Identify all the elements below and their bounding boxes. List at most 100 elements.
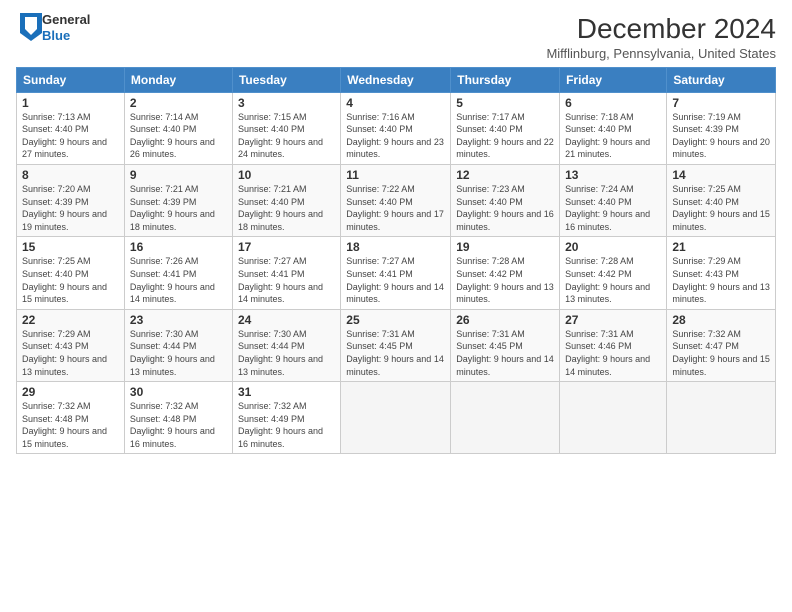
calendar-cell: 5Sunrise: 7:17 AMSunset: 4:40 PMDaylight… — [451, 92, 560, 164]
calendar-week-row: 1Sunrise: 7:13 AMSunset: 4:40 PMDaylight… — [17, 92, 776, 164]
day-info: Sunrise: 7:20 AMSunset: 4:39 PMDaylight:… — [22, 183, 119, 233]
day-info: Sunrise: 7:16 AMSunset: 4:40 PMDaylight:… — [346, 111, 445, 161]
calendar-week-row: 15Sunrise: 7:25 AMSunset: 4:40 PMDayligh… — [17, 237, 776, 309]
day-number: 29 — [22, 385, 119, 399]
calendar-cell: 18Sunrise: 7:27 AMSunset: 4:41 PMDayligh… — [341, 237, 451, 309]
calendar-cell: 31Sunrise: 7:32 AMSunset: 4:49 PMDayligh… — [232, 382, 340, 454]
day-info: Sunrise: 7:21 AMSunset: 4:40 PMDaylight:… — [238, 183, 335, 233]
day-number: 17 — [238, 240, 335, 254]
day-number: 14 — [672, 168, 770, 182]
day-info: Sunrise: 7:32 AMSunset: 4:48 PMDaylight:… — [22, 400, 119, 450]
calendar-cell: 10Sunrise: 7:21 AMSunset: 4:40 PMDayligh… — [232, 164, 340, 236]
day-number: 31 — [238, 385, 335, 399]
day-number: 28 — [672, 313, 770, 327]
day-info: Sunrise: 7:32 AMSunset: 4:47 PMDaylight:… — [672, 328, 770, 378]
calendar-cell — [667, 382, 776, 454]
calendar-cell: 30Sunrise: 7:32 AMSunset: 4:48 PMDayligh… — [124, 382, 232, 454]
calendar-cell: 4Sunrise: 7:16 AMSunset: 4:40 PMDaylight… — [341, 92, 451, 164]
column-header-sunday: Sunday — [17, 67, 125, 92]
calendar-cell: 22Sunrise: 7:29 AMSunset: 4:43 PMDayligh… — [17, 309, 125, 381]
day-info: Sunrise: 7:19 AMSunset: 4:39 PMDaylight:… — [672, 111, 770, 161]
day-number: 1 — [22, 96, 119, 110]
day-number: 20 — [565, 240, 661, 254]
day-info: Sunrise: 7:32 AMSunset: 4:48 PMDaylight:… — [130, 400, 227, 450]
day-number: 4 — [346, 96, 445, 110]
calendar-cell: 13Sunrise: 7:24 AMSunset: 4:40 PMDayligh… — [560, 164, 667, 236]
day-info: Sunrise: 7:28 AMSunset: 4:42 PMDaylight:… — [456, 255, 554, 305]
day-number: 24 — [238, 313, 335, 327]
day-info: Sunrise: 7:30 AMSunset: 4:44 PMDaylight:… — [238, 328, 335, 378]
day-info: Sunrise: 7:24 AMSunset: 4:40 PMDaylight:… — [565, 183, 661, 233]
day-number: 5 — [456, 96, 554, 110]
day-number: 10 — [238, 168, 335, 182]
calendar-cell — [451, 382, 560, 454]
header: General Blue December 2024 Mifflinburg, … — [16, 12, 776, 61]
day-info: Sunrise: 7:21 AMSunset: 4:39 PMDaylight:… — [130, 183, 227, 233]
calendar-cell: 7Sunrise: 7:19 AMSunset: 4:39 PMDaylight… — [667, 92, 776, 164]
calendar-cell: 29Sunrise: 7:32 AMSunset: 4:48 PMDayligh… — [17, 382, 125, 454]
day-number: 6 — [565, 96, 661, 110]
day-number: 8 — [22, 168, 119, 182]
day-number: 18 — [346, 240, 445, 254]
day-info: Sunrise: 7:27 AMSunset: 4:41 PMDaylight:… — [238, 255, 335, 305]
day-info: Sunrise: 7:18 AMSunset: 4:40 PMDaylight:… — [565, 111, 661, 161]
column-header-thursday: Thursday — [451, 67, 560, 92]
calendar-cell: 8Sunrise: 7:20 AMSunset: 4:39 PMDaylight… — [17, 164, 125, 236]
column-header-saturday: Saturday — [667, 67, 776, 92]
day-number: 16 — [130, 240, 227, 254]
calendar-cell: 21Sunrise: 7:29 AMSunset: 4:43 PMDayligh… — [667, 237, 776, 309]
day-number: 3 — [238, 96, 335, 110]
calendar-cell — [341, 382, 451, 454]
day-info: Sunrise: 7:13 AMSunset: 4:40 PMDaylight:… — [22, 111, 119, 161]
calendar-cell: 19Sunrise: 7:28 AMSunset: 4:42 PMDayligh… — [451, 237, 560, 309]
page: General Blue December 2024 Mifflinburg, … — [0, 0, 792, 612]
calendar-cell: 14Sunrise: 7:25 AMSunset: 4:40 PMDayligh… — [667, 164, 776, 236]
calendar-cell: 16Sunrise: 7:26 AMSunset: 4:41 PMDayligh… — [124, 237, 232, 309]
logo-text: General Blue — [42, 12, 90, 43]
day-number: 30 — [130, 385, 227, 399]
day-info: Sunrise: 7:25 AMSunset: 4:40 PMDaylight:… — [672, 183, 770, 233]
calendar-cell: 9Sunrise: 7:21 AMSunset: 4:39 PMDaylight… — [124, 164, 232, 236]
column-header-wednesday: Wednesday — [341, 67, 451, 92]
day-number: 25 — [346, 313, 445, 327]
column-header-tuesday: Tuesday — [232, 67, 340, 92]
column-header-monday: Monday — [124, 67, 232, 92]
main-title: December 2024 — [546, 12, 776, 46]
column-header-friday: Friday — [560, 67, 667, 92]
day-number: 9 — [130, 168, 227, 182]
day-info: Sunrise: 7:22 AMSunset: 4:40 PMDaylight:… — [346, 183, 445, 233]
day-info: Sunrise: 7:31 AMSunset: 4:45 PMDaylight:… — [346, 328, 445, 378]
day-info: Sunrise: 7:28 AMSunset: 4:42 PMDaylight:… — [565, 255, 661, 305]
day-info: Sunrise: 7:14 AMSunset: 4:40 PMDaylight:… — [130, 111, 227, 161]
calendar-cell: 26Sunrise: 7:31 AMSunset: 4:45 PMDayligh… — [451, 309, 560, 381]
day-info: Sunrise: 7:27 AMSunset: 4:41 PMDaylight:… — [346, 255, 445, 305]
calendar-cell: 6Sunrise: 7:18 AMSunset: 4:40 PMDaylight… — [560, 92, 667, 164]
calendar-cell: 17Sunrise: 7:27 AMSunset: 4:41 PMDayligh… — [232, 237, 340, 309]
calendar-cell: 20Sunrise: 7:28 AMSunset: 4:42 PMDayligh… — [560, 237, 667, 309]
calendar-cell: 25Sunrise: 7:31 AMSunset: 4:45 PMDayligh… — [341, 309, 451, 381]
calendar-cell: 24Sunrise: 7:30 AMSunset: 4:44 PMDayligh… — [232, 309, 340, 381]
day-number: 15 — [22, 240, 119, 254]
day-info: Sunrise: 7:17 AMSunset: 4:40 PMDaylight:… — [456, 111, 554, 161]
day-info: Sunrise: 7:29 AMSunset: 4:43 PMDaylight:… — [672, 255, 770, 305]
day-number: 7 — [672, 96, 770, 110]
calendar-cell: 1Sunrise: 7:13 AMSunset: 4:40 PMDaylight… — [17, 92, 125, 164]
calendar-cell: 3Sunrise: 7:15 AMSunset: 4:40 PMDaylight… — [232, 92, 340, 164]
calendar-cell: 28Sunrise: 7:32 AMSunset: 4:47 PMDayligh… — [667, 309, 776, 381]
calendar-week-row: 22Sunrise: 7:29 AMSunset: 4:43 PMDayligh… — [17, 309, 776, 381]
calendar-cell: 11Sunrise: 7:22 AMSunset: 4:40 PMDayligh… — [341, 164, 451, 236]
calendar-cell: 23Sunrise: 7:30 AMSunset: 4:44 PMDayligh… — [124, 309, 232, 381]
day-info: Sunrise: 7:25 AMSunset: 4:40 PMDaylight:… — [22, 255, 119, 305]
day-number: 2 — [130, 96, 227, 110]
day-info: Sunrise: 7:31 AMSunset: 4:46 PMDaylight:… — [565, 328, 661, 378]
title-section: December 2024 Mifflinburg, Pennsylvania,… — [546, 12, 776, 61]
calendar-week-row: 29Sunrise: 7:32 AMSunset: 4:48 PMDayligh… — [17, 382, 776, 454]
day-info: Sunrise: 7:26 AMSunset: 4:41 PMDaylight:… — [130, 255, 227, 305]
calendar-table: SundayMondayTuesdayWednesdayThursdayFrid… — [16, 67, 776, 455]
day-info: Sunrise: 7:23 AMSunset: 4:40 PMDaylight:… — [456, 183, 554, 233]
calendar-week-row: 8Sunrise: 7:20 AMSunset: 4:39 PMDaylight… — [17, 164, 776, 236]
subtitle: Mifflinburg, Pennsylvania, United States — [546, 46, 776, 61]
generalblue-logo-icon — [20, 13, 42, 41]
day-number: 13 — [565, 168, 661, 182]
day-number: 12 — [456, 168, 554, 182]
